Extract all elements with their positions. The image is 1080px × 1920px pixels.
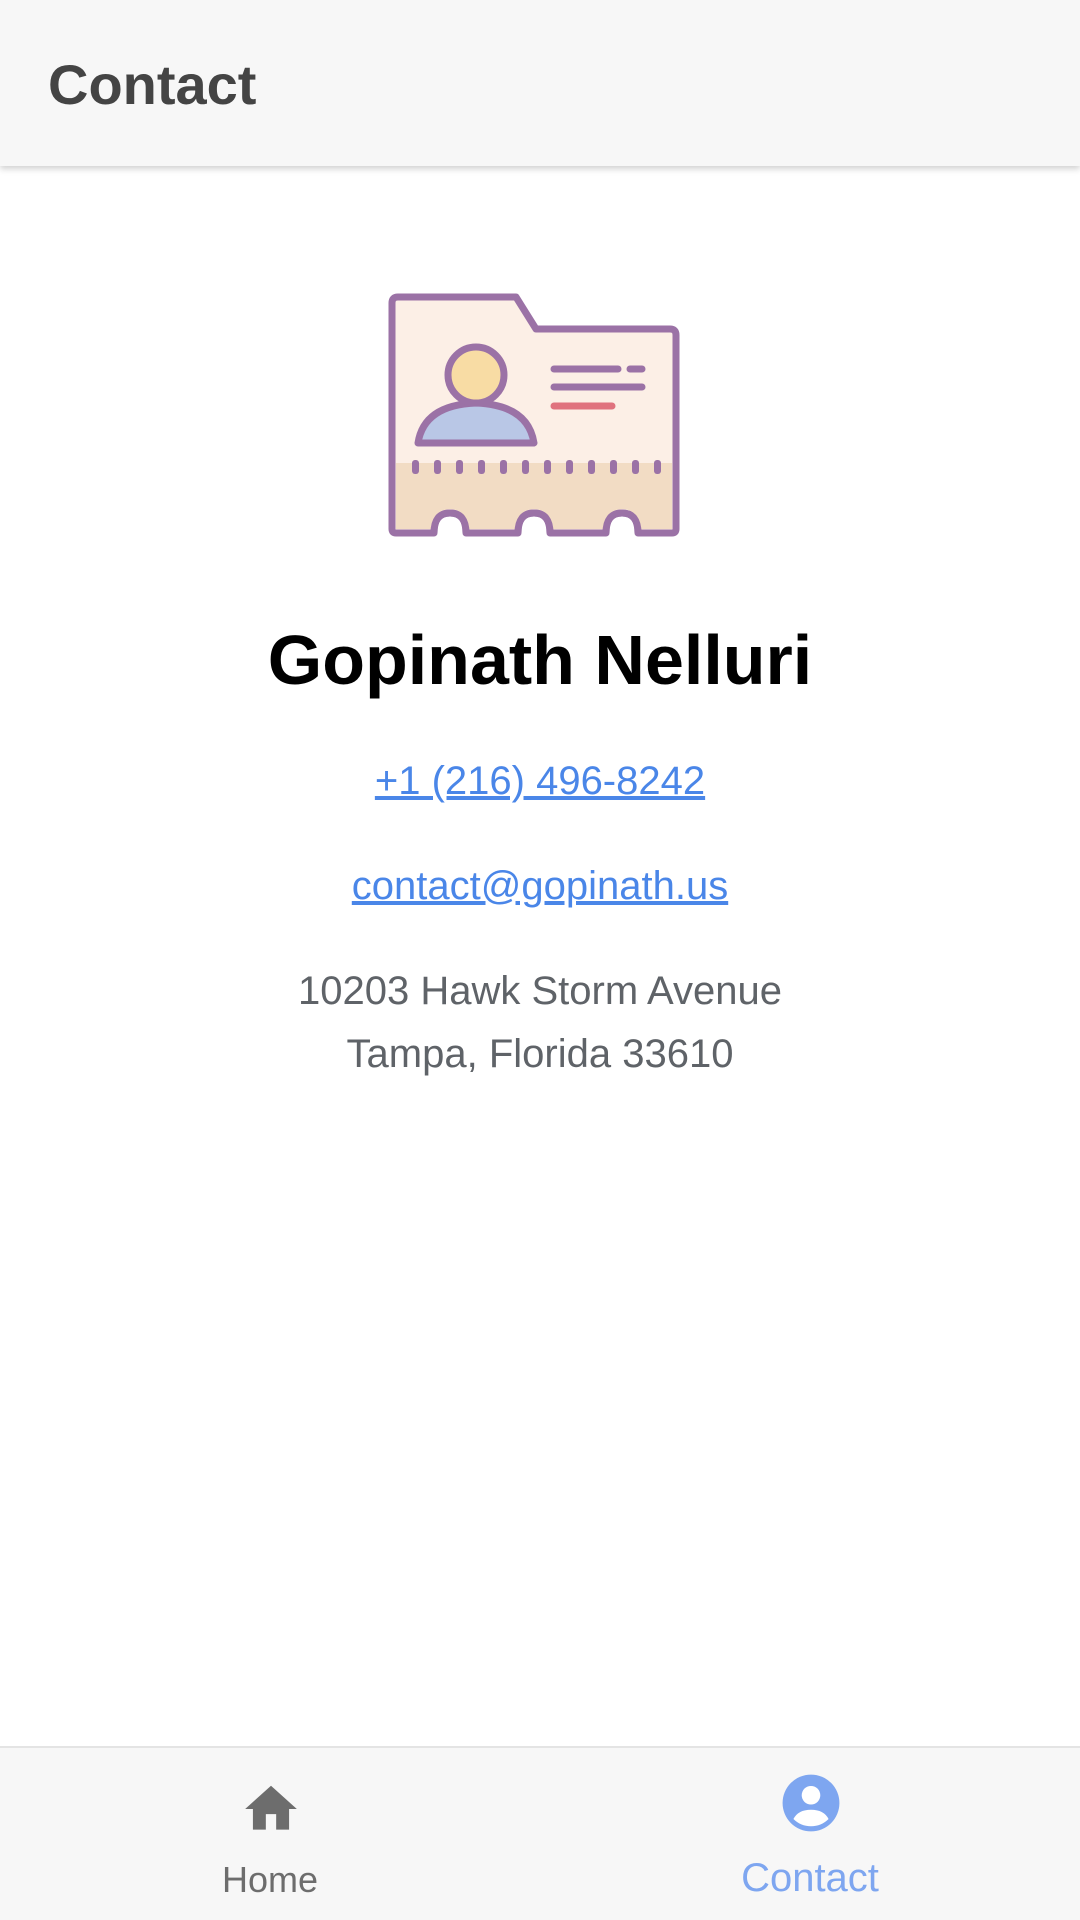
contact-name: Gopinath Nelluri: [267, 621, 813, 699]
nav-item-contact[interactable]: Contact: [540, 1748, 1080, 1920]
top-app-bar: Contact: [0, 0, 1080, 166]
app-screen: Contact Gopinath Nelluri +1 (216) 496-82…: [0, 0, 1080, 1920]
nav-label-contact: Contact: [741, 1856, 879, 1900]
phone-link[interactable]: +1 (216) 496-8242: [0, 756, 1080, 806]
nav-item-home[interactable]: Home: [0, 1748, 540, 1920]
page-title: Contact: [48, 53, 257, 116]
contact-card-icon: [388, 293, 680, 537]
address-line-2: Tampa, Florida 33610: [346, 1032, 734, 1076]
email-link[interactable]: contact@gopinath.us: [0, 861, 1080, 911]
bottom-navigation: Home Contact: [0, 1746, 1080, 1920]
address-line-1: 10203 Hawk Storm Avenue: [297, 969, 782, 1013]
home-icon: [245, 1785, 297, 1830]
contact-content: Gopinath Nelluri +1 (216) 496-8242 conta…: [0, 166, 1080, 1746]
nav-label-home: Home: [221, 1859, 319, 1900]
account-circle-icon: [782, 1774, 840, 1832]
